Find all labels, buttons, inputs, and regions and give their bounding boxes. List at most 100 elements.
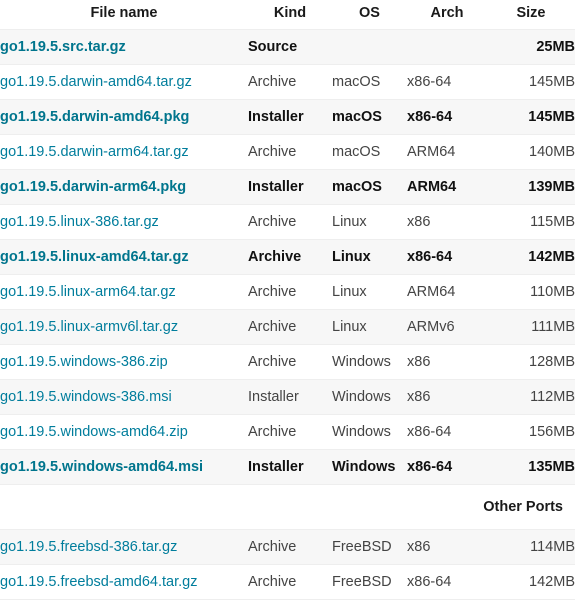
cell-size: 156MB — [487, 414, 575, 450]
cell-arch: x86-64 — [407, 99, 487, 135]
cell-kind: Archive — [248, 529, 332, 565]
cell-arch: x86-64 — [407, 449, 487, 485]
cell-kind: Source — [248, 29, 332, 65]
download-link[interactable]: go1.19.5.windows-amd64.msi — [0, 459, 203, 475]
table-body: go1.19.5.src.tar.gz Source 25MB go1.19.5.da… — [0, 29, 575, 600]
cell-size: 25MB — [487, 29, 575, 65]
cell-size: 112MB — [487, 379, 575, 415]
cell-filename: go1.19.5.windows-amd64.zip — [0, 414, 248, 450]
table-row: go1.19.5.linux-arm64.tar.gz Archive Linux A… — [0, 274, 575, 310]
download-link[interactable]: go1.19.5.darwin-amd64.tar.gz — [0, 74, 192, 90]
table-row: go1.19.5.darwin-amd64.tar.gz Archive macOS… — [0, 64, 575, 100]
table-row: go1.19.5.windows-amd64.msi Installer Windo… — [0, 449, 575, 485]
cell-size: 140MB — [487, 134, 575, 170]
cell-filename: go1.19.5.linux-386.tar.gz — [0, 204, 248, 240]
download-link[interactable]: go1.19.5.src.tar.gz — [0, 39, 126, 55]
download-link[interactable]: go1.19.5.windows-amd64.zip — [0, 424, 188, 440]
cell-kind: Installer — [248, 449, 332, 485]
table-row: go1.19.5.darwin-arm64.tar.gz Archive macOS… — [0, 134, 575, 170]
cell-filename: go1.19.5.freebsd-amd64.tar.gz — [0, 564, 248, 600]
cell-os — [332, 29, 407, 65]
cell-filename: go1.19.5.freebsd-386.tar.gz — [0, 529, 248, 565]
cell-arch: ARM64 — [407, 134, 487, 170]
cell-os: macOS — [332, 134, 407, 170]
cell-kind: Installer — [248, 379, 332, 415]
cell-arch: x86 — [407, 529, 487, 565]
table-row: go1.19.5.freebsd-386.tar.gz Archive FreeBS… — [0, 529, 575, 565]
cell-filename: go1.19.5.windows-386.zip — [0, 344, 248, 380]
cell-size: 114MB — [487, 529, 575, 565]
table-row: go1.19.5.linux-amd64.tar.gz Archive Linux x… — [0, 239, 575, 275]
table-row: go1.19.5.windows-amd64.zip Archive Windows… — [0, 414, 575, 450]
cell-filename: go1.19.5.darwin-amd64.pkg — [0, 99, 248, 135]
cell-os: FreeBSD — [332, 564, 407, 600]
table-row: go1.19.5.freebsd-amd64.tar.gz Archive Free… — [0, 564, 575, 600]
cell-os: macOS — [332, 169, 407, 205]
cell-size: 145MB — [487, 99, 575, 135]
cell-os: macOS — [332, 99, 407, 135]
download-link[interactable]: go1.19.5.darwin-amd64.pkg — [0, 109, 189, 125]
cell-size: 135MB — [487, 449, 575, 485]
download-link[interactable]: go1.19.5.linux-amd64.tar.gz — [0, 249, 189, 265]
cell-size: 142MB — [487, 564, 575, 600]
download-link[interactable]: go1.19.5.linux-386.tar.gz — [0, 214, 159, 230]
cell-kind: Archive — [248, 564, 332, 600]
cell-size: 111MB — [487, 309, 575, 345]
cell-os: Linux — [332, 309, 407, 345]
cell-size: 139MB — [487, 169, 575, 205]
cell-arch: ARM64 — [407, 274, 487, 310]
column-header-kind: Kind — [248, 0, 332, 30]
cell-arch: x86-64 — [407, 239, 487, 275]
section-header-other-ports: Other Ports — [0, 484, 575, 530]
cell-kind: Archive — [248, 414, 332, 450]
table-row: go1.19.5.darwin-arm64.pkg Installer macOS A… — [0, 169, 575, 205]
column-header-arch: Arch — [407, 0, 487, 30]
table-row: go1.19.5.windows-386.msi Installer Windows… — [0, 379, 575, 415]
table-row: go1.19.5.src.tar.gz Source 25MB — [0, 29, 575, 65]
download-link[interactable]: go1.19.5.windows-386.msi — [0, 389, 172, 405]
cell-arch: ARM64 — [407, 169, 487, 205]
cell-os: Windows — [332, 379, 407, 415]
cell-filename: go1.19.5.linux-arm64.tar.gz — [0, 274, 248, 310]
cell-kind: Installer — [248, 169, 332, 205]
column-header-filename: File name — [0, 0, 248, 30]
cell-filename: go1.19.5.windows-386.msi — [0, 379, 248, 415]
cell-kind: Archive — [248, 64, 332, 100]
cell-filename: go1.19.5.darwin-amd64.tar.gz — [0, 64, 248, 100]
cell-kind: Archive — [248, 309, 332, 345]
table-row: go1.19.5.darwin-amd64.pkg Installer macOS x… — [0, 99, 575, 135]
cell-size: 115MB — [487, 204, 575, 240]
download-link[interactable]: go1.19.5.linux-arm64.tar.gz — [0, 284, 176, 300]
section-header-label: Other Ports — [0, 484, 575, 530]
column-header-size: Size — [487, 0, 575, 30]
table-row: go1.19.5.linux-386.tar.gz Archive Linux x86… — [0, 204, 575, 240]
cell-os: macOS — [332, 64, 407, 100]
cell-filename: go1.19.5.windows-amd64.msi — [0, 449, 248, 485]
download-link[interactable]: go1.19.5.darwin-arm64.pkg — [0, 179, 186, 195]
cell-size: 145MB — [487, 64, 575, 100]
cell-os: Windows — [332, 414, 407, 450]
cell-os: Linux — [332, 274, 407, 310]
cell-arch: ARMv6 — [407, 309, 487, 345]
cell-kind: Archive — [248, 239, 332, 275]
table-row: go1.19.5.windows-386.zip Archive Windows x8… — [0, 344, 575, 380]
cell-filename: go1.19.5.linux-amd64.tar.gz — [0, 239, 248, 275]
downloads-table: File name Kind OS Arch Size go1.19.5.src… — [0, 0, 575, 600]
table-header: File name Kind OS Arch Size — [0, 0, 575, 30]
download-link[interactable]: go1.19.5.linux-armv6l.tar.gz — [0, 319, 178, 335]
cell-kind: Archive — [248, 204, 332, 240]
download-link[interactable]: go1.19.5.windows-386.zip — [0, 354, 168, 370]
cell-kind: Archive — [248, 134, 332, 170]
cell-os: FreeBSD — [332, 529, 407, 565]
cell-size: 142MB — [487, 239, 575, 275]
cell-arch — [407, 29, 487, 65]
cell-arch: x86-64 — [407, 414, 487, 450]
cell-filename: go1.19.5.src.tar.gz — [0, 29, 248, 65]
table-row: go1.19.5.linux-armv6l.tar.gz Archive Linux… — [0, 309, 575, 345]
cell-filename: go1.19.5.darwin-arm64.pkg — [0, 169, 248, 205]
download-link[interactable]: go1.19.5.darwin-arm64.tar.gz — [0, 144, 189, 160]
cell-kind: Installer — [248, 99, 332, 135]
cell-kind: Archive — [248, 344, 332, 380]
cell-filename: go1.19.5.linux-armv6l.tar.gz — [0, 309, 248, 345]
download-link[interactable]: go1.19.5.freebsd-386.tar.gz — [0, 539, 177, 555]
